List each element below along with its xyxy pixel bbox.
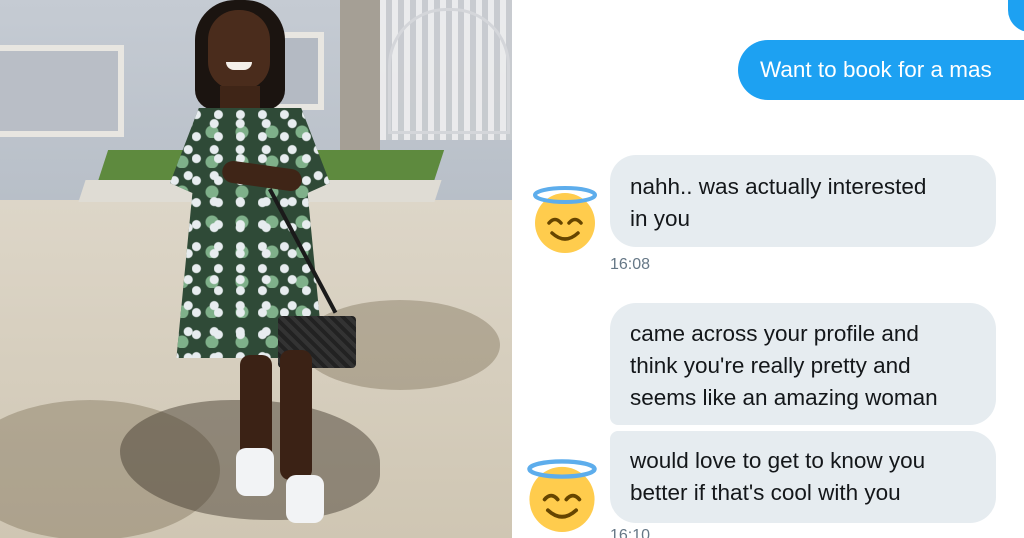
message-line: in you [630, 206, 691, 231]
incoming-message[interactable]: nahh.. was actually interested in you [610, 155, 996, 247]
outgoing-message-text: Want to book for a mas [760, 57, 992, 82]
message-line: came across your profile and [630, 321, 919, 346]
profile-photo [0, 0, 512, 538]
gate-arch [388, 8, 510, 134]
message-line: think you're really pretty and [630, 353, 911, 378]
right-leg [280, 350, 312, 480]
partial-outgoing-bubble [1008, 0, 1024, 32]
outgoing-message[interactable]: Want to book for a mas [738, 40, 1024, 100]
message-timestamp: 16:08 [610, 256, 651, 273]
incoming-message[interactable]: would love to get to know you better if … [610, 431, 996, 523]
message-line: seems like an amazing woman [630, 385, 938, 410]
person [150, 0, 380, 538]
chat-panel: Want to book for a mas nahh.. was actual… [512, 0, 1024, 538]
smiling-face-with-halo-icon [533, 186, 597, 253]
message-line: nahh.. was actually interested [630, 174, 927, 199]
smile [226, 62, 252, 70]
incoming-message[interactable]: came across your profile and think you'r… [610, 303, 996, 425]
smiling-face-with-halo-icon [527, 459, 597, 532]
left-shoe [236, 448, 274, 496]
message-line: better if that's cool with you [630, 480, 901, 505]
message-timestamp: 16:10 [610, 527, 651, 538]
right-shoe [286, 475, 324, 523]
wall-panel [0, 45, 124, 137]
face [208, 10, 270, 90]
message-line: would love to get to know you [630, 448, 926, 473]
